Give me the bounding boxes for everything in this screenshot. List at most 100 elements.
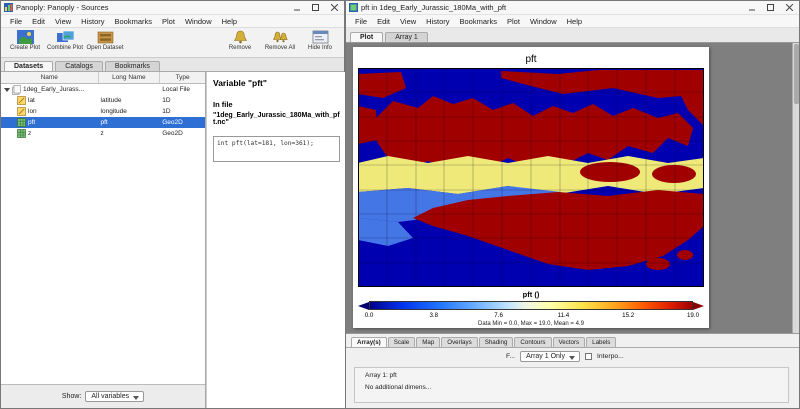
hide-info-label: Hide Info: [308, 45, 332, 51]
interpolate-checkbox[interactable]: [585, 353, 592, 360]
tab-datasets[interactable]: Datasets: [4, 61, 53, 71]
array-info-line2: No additional dimens...: [365, 384, 778, 391]
array-mode-dropdown[interactable]: Array 1 Only: [520, 351, 580, 362]
combine-plot-label: Combine Plot: [47, 45, 83, 51]
tab-map[interactable]: Map: [416, 337, 440, 347]
combine-plot-icon: [57, 30, 74, 44]
close-button[interactable]: [780, 1, 799, 14]
plot-mode-label: F...: [506, 353, 515, 360]
variable-info-title: Variable "pft": [213, 78, 340, 88]
menu-history[interactable]: History: [76, 17, 109, 26]
menu-bookmarks[interactable]: Bookmarks: [455, 17, 503, 26]
variable-geo2d-icon: [17, 129, 26, 138]
dataset-type: Local File: [160, 86, 205, 93]
colorbar-gradient: [369, 301, 693, 310]
show-variables-dropdown[interactable]: All variables: [85, 391, 144, 402]
show-label: Show:: [62, 393, 81, 400]
maximize-button[interactable]: [306, 1, 325, 14]
variable-name: z: [28, 130, 31, 137]
remove-button[interactable]: Remove: [220, 30, 260, 51]
column-header-name[interactable]: Name: [1, 72, 99, 83]
variable-geo2d-icon: [17, 118, 26, 127]
hide-info-button[interactable]: Hide Info: [300, 30, 340, 51]
dataset-table: Name Long Name Type 1deg_Early_Jurass...…: [1, 72, 206, 408]
menu-window[interactable]: Window: [180, 17, 217, 26]
open-dataset-button[interactable]: Open Dataset: [85, 30, 125, 51]
menu-bookmarks[interactable]: Bookmarks: [110, 17, 158, 26]
table-row-lat[interactable]: lat latitude 1D: [1, 95, 205, 106]
column-header-long-name[interactable]: Long Name: [99, 72, 161, 83]
plot-vertical-scrollbar[interactable]: [792, 43, 799, 333]
sources-menubar: File Edit View History Bookmarks Plot Wi…: [1, 15, 344, 28]
tab-plot[interactable]: Plot: [350, 32, 383, 42]
menu-plot[interactable]: Plot: [157, 17, 180, 26]
maximize-button[interactable]: [761, 1, 780, 14]
window-title: pft in 1deg_Early_Jurassic_180Ma_with_pf…: [361, 3, 506, 12]
colorbar: [358, 301, 704, 310]
tab-labels[interactable]: Labels: [586, 337, 616, 347]
variable-long-name: longitude: [99, 108, 161, 115]
menu-plot[interactable]: Plot: [502, 17, 525, 26]
variable-name: lat: [28, 97, 35, 104]
array-controls: F... Array 1 Only Interpo...: [506, 351, 624, 362]
tab-catalogs[interactable]: Catalogs: [55, 61, 103, 71]
table-row-z[interactable]: z z Geo2D: [1, 128, 205, 139]
tab-arrays[interactable]: Array(s): [351, 337, 387, 347]
minimize-button[interactable]: [287, 1, 306, 14]
variable-type: 1D: [160, 108, 205, 115]
table-footer: Show: All variables: [1, 384, 205, 408]
plot-window: pft in 1deg_Early_Jurassic_180Ma_with_pf…: [345, 0, 800, 409]
close-button[interactable]: [325, 1, 344, 14]
tick-label: 0.0: [365, 312, 374, 319]
menu-help[interactable]: Help: [562, 17, 587, 26]
sources-titlebar: Panoply: Panoply - Sources: [1, 1, 344, 15]
menu-view[interactable]: View: [50, 17, 76, 26]
table-rows: 1deg_Early_Jurass... Local File lat lati…: [1, 84, 205, 384]
window-controls: [742, 1, 799, 14]
dataset-file-icon: [12, 85, 21, 95]
plot-title: pft: [353, 54, 709, 65]
tab-contours[interactable]: Contours: [514, 337, 551, 347]
remove-icon: [232, 30, 249, 44]
tab-bookmarks[interactable]: Bookmarks: [105, 61, 160, 71]
table-row-dataset[interactable]: 1deg_Early_Jurass... Local File: [1, 84, 205, 95]
hide-info-icon: [312, 30, 329, 44]
combine-plot-button[interactable]: Combine Plot: [45, 30, 85, 51]
panoply-app-icon: [4, 3, 13, 12]
menu-window[interactable]: Window: [525, 17, 562, 26]
menu-view[interactable]: View: [395, 17, 421, 26]
tab-scale[interactable]: Scale: [388, 337, 415, 347]
tab-vectors[interactable]: Vectors: [553, 337, 586, 347]
table-row-lon[interactable]: lon longitude 1D: [1, 106, 205, 117]
create-plot-button[interactable]: Create Plot: [5, 30, 45, 51]
menu-file[interactable]: File: [5, 17, 27, 26]
variable-name: pft: [28, 119, 35, 126]
menu-help[interactable]: Help: [217, 17, 242, 26]
variable-long-name: pft: [99, 119, 161, 126]
tab-array-1[interactable]: Array 1: [385, 32, 428, 42]
settings-tabbar: Array(s) Scale Map Overlays Shading Cont…: [346, 334, 799, 347]
remove-all-button[interactable]: Remove All: [260, 30, 300, 51]
tab-shading[interactable]: Shading: [479, 337, 514, 347]
sources-toolbar: Create Plot Combine Plot Open Dataset Re…: [1, 28, 344, 58]
menu-edit[interactable]: Edit: [372, 17, 395, 26]
tick-label: 3.8: [429, 312, 438, 319]
tab-overlays[interactable]: Overlays: [441, 337, 477, 347]
expand-triangle-icon[interactable]: [4, 88, 10, 92]
dataset-name: 1deg_Early_Jurass...: [23, 86, 84, 93]
variable-declaration: int pft(lat=181, lon=361);: [213, 136, 340, 162]
minimize-button[interactable]: [742, 1, 761, 14]
plot-tabbar: Plot Array 1: [346, 28, 799, 43]
plot-canvas: pft: [353, 47, 709, 328]
menu-file[interactable]: File: [350, 17, 372, 26]
sources-main: Name Long Name Type 1deg_Early_Jurass...…: [1, 72, 346, 408]
column-header-type[interactable]: Type: [160, 72, 205, 83]
window-controls: [287, 1, 344, 14]
open-dataset-label: Open Dataset: [86, 45, 123, 51]
table-row-pft-selected[interactable]: pft pft Geo2D: [1, 117, 205, 128]
menu-edit[interactable]: Edit: [27, 17, 50, 26]
menu-history[interactable]: History: [421, 17, 454, 26]
create-plot-icon: [17, 30, 34, 44]
variable-1d-icon: [17, 107, 26, 116]
pft-world-map: [358, 68, 704, 287]
